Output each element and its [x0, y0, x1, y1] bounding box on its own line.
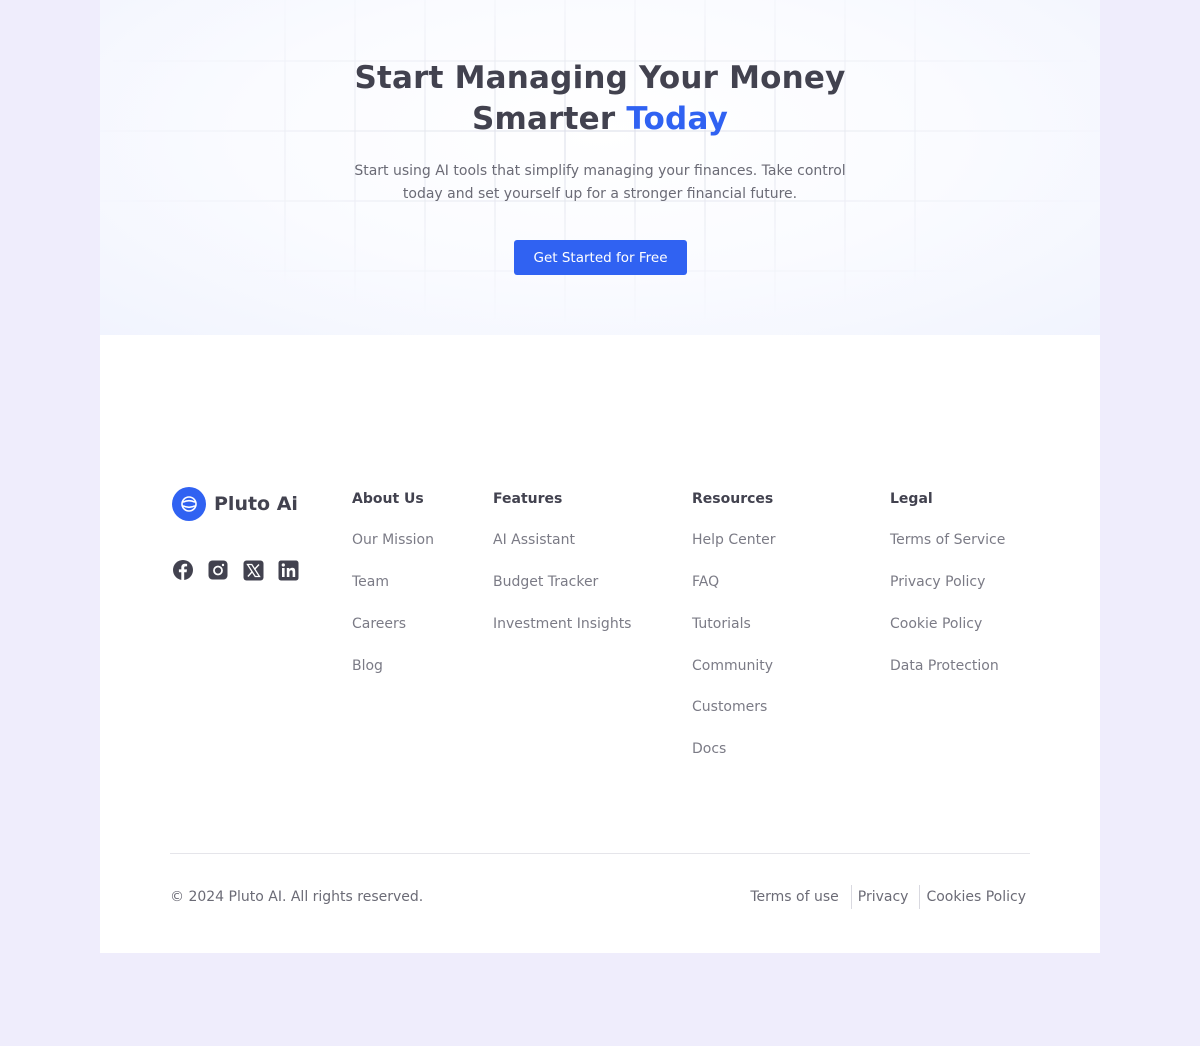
footer-link-ai-assistant[interactable]: AI Assistant — [493, 531, 575, 549]
footer-link-faq[interactable]: FAQ — [692, 573, 719, 591]
hero-title-line2: Smarter — [471, 101, 627, 137]
link-separator — [850, 884, 852, 909]
hero-subtitle: Start using AI tools that simplify manag… — [354, 163, 846, 202]
facebook-icon[interactable] — [172, 559, 194, 581]
footer-link-budget-tracker[interactable]: Budget Tracker — [493, 573, 598, 591]
linkedin-icon[interactable] — [277, 559, 299, 581]
footer-link-terms-of-service[interactable]: Terms of Service — [890, 531, 1005, 549]
bottom-link-privacy[interactable]: Privacy — [858, 888, 909, 906]
page-container: Start Managing Your Money Smarter Today … — [100, 0, 1100, 953]
copyright-text: © 2024 Pluto AI. All rights reserved. — [170, 889, 424, 905]
footer-link-investment-insights[interactable]: Investment Insights — [493, 615, 631, 633]
footer-link-privacy-policy[interactable]: Privacy Policy — [890, 573, 985, 591]
bottom-link-cookies-policy[interactable]: Cookies Policy — [926, 888, 1026, 906]
social-links — [172, 559, 299, 581]
column-heading: About Us — [352, 491, 424, 507]
hero-title: Start Managing Your Money Smarter Today — [100, 58, 1100, 140]
column-heading: Resources — [692, 491, 774, 507]
footer-link-tutorials[interactable]: Tutorials — [692, 615, 751, 633]
bottom-link-terms-of-use[interactable]: Terms of use — [750, 888, 838, 906]
footer-link-team[interactable]: Team — [352, 573, 389, 591]
column-heading: Legal — [890, 491, 933, 507]
link-separator — [919, 884, 921, 909]
cta-hero-section: Start Managing Your Money Smarter Today … — [100, 0, 1100, 335]
footer-link-data-protection[interactable]: Data Protection — [890, 657, 999, 675]
footer-link-blog[interactable]: Blog — [352, 657, 383, 675]
get-started-button[interactable]: Get Started for Free — [514, 240, 687, 275]
hero-title-accent: Today — [626, 101, 729, 137]
footer-column-legal: Legal Terms of Service Privacy Policy Co… — [890, 490, 1005, 674]
footer-bottom-links: Terms of use Privacy Cookies Policy — [750, 884, 1026, 909]
pluto-logo-icon — [172, 487, 206, 521]
instagram-icon[interactable] — [207, 559, 229, 581]
footer-divider — [170, 853, 1030, 854]
footer-column-resources: Resources Help Center FAQ Tutorials Comm… — [692, 490, 776, 757]
column-heading: Features — [493, 491, 563, 507]
footer-link-our-mission[interactable]: Our Mission — [352, 531, 434, 549]
footer-link-community[interactable]: Community — [692, 657, 773, 675]
footer-link-help-center[interactable]: Help Center — [692, 531, 776, 549]
footer-link-docs[interactable]: Docs — [692, 740, 726, 758]
footer-link-cookie-policy[interactable]: Cookie Policy — [890, 615, 982, 633]
x-twitter-icon[interactable] — [242, 559, 264, 581]
footer-column-features: Features AI Assistant Budget Tracker Inv… — [493, 490, 631, 632]
footer-link-customers[interactable]: Customers — [692, 698, 767, 716]
footer-brand[interactable]: Pluto Ai — [172, 487, 298, 521]
brand-name: Pluto Ai — [214, 493, 298, 515]
hero-title-line1: Start Managing Your Money — [354, 60, 846, 96]
footer-column-about-us: About Us Our Mission Team Careers Blog — [352, 490, 434, 674]
footer-link-careers[interactable]: Careers — [352, 615, 406, 633]
